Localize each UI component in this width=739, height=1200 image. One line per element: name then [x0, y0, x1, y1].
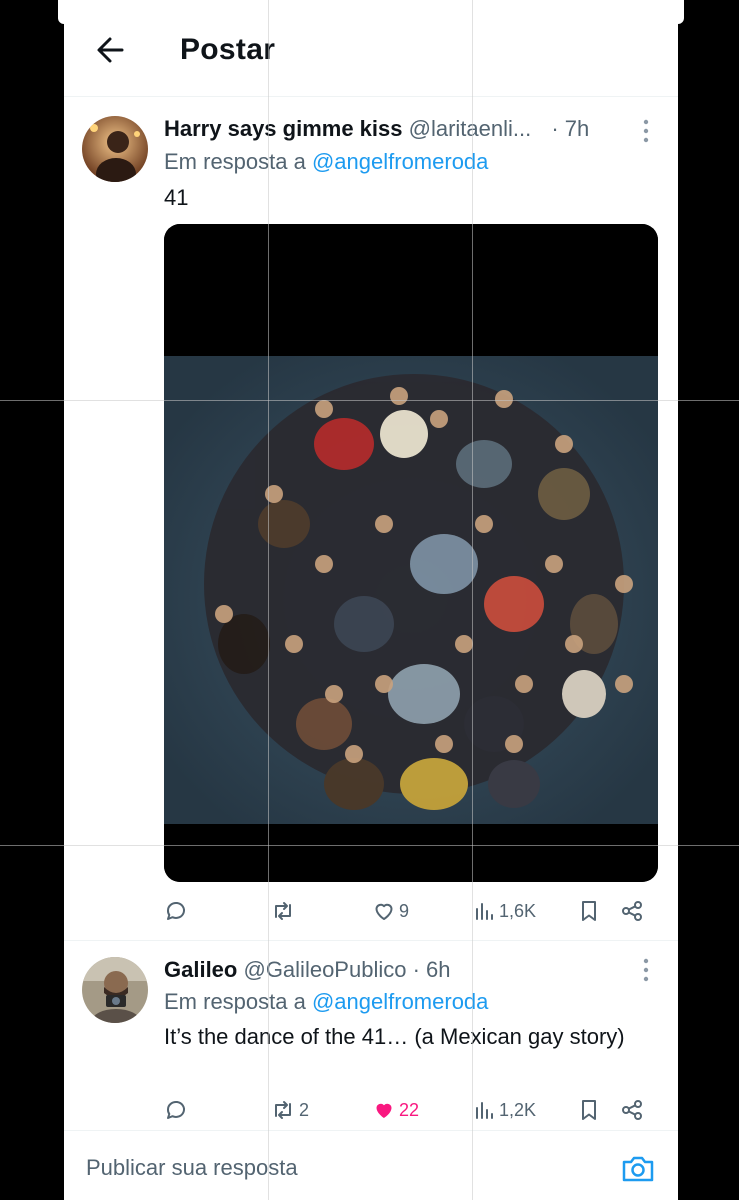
more-options-button[interactable]	[636, 118, 656, 144]
arrow-left-icon	[97, 37, 124, 63]
views-button[interactable]: 1,6K	[474, 896, 536, 926]
reply-context: Em resposta a @angelfromeroda	[164, 149, 488, 175]
repost-icon	[275, 1101, 291, 1119]
tweet-time[interactable]: · 7h	[551, 116, 589, 141]
tweet-time[interactable]: · 6h	[413, 957, 451, 982]
user-handle[interactable]: @laritaenli...	[409, 116, 532, 141]
reply-prefix: Em resposta a	[164, 149, 306, 174]
views-count: 1,6K	[499, 900, 537, 921]
tweet-actions: 2 22 1,2K	[164, 1095, 654, 1125]
like-count: 22	[399, 1099, 420, 1120]
reply-button[interactable]	[164, 896, 191, 926]
tweet[interactable]: Galileo @GalileoPublico · 6h Em resposta…	[64, 941, 678, 1130]
bookmark-icon	[582, 1100, 596, 1120]
reply-icon	[166, 902, 185, 920]
back-button[interactable]	[92, 30, 132, 70]
views-chart-icon	[476, 1102, 493, 1119]
display-name[interactable]: Harry says gimme kiss	[164, 116, 403, 141]
avatar[interactable]	[82, 116, 148, 182]
views-chart-icon	[476, 903, 493, 920]
more-vertical-icon	[643, 119, 649, 143]
heart-icon	[375, 903, 393, 920]
dance-photo	[164, 224, 658, 882]
reply-prefix: Em resposta a	[164, 989, 306, 1014]
bookmark-button[interactable]	[578, 896, 600, 926]
tweet-actions: 9 1,6K	[164, 896, 654, 926]
repost-icon	[275, 902, 291, 920]
avatar[interactable]	[82, 957, 148, 1023]
page-title: Postar	[180, 33, 276, 66]
tweet[interactable]: Harry says gimme kiss @laritaenli... · 7…	[64, 96, 678, 941]
like-count: 9	[399, 900, 410, 921]
reply-mention-link[interactable]: @angelfromeroda	[312, 149, 488, 174]
bookmark-icon	[582, 901, 596, 921]
camera-button[interactable]	[620, 1153, 656, 1185]
more-options-button[interactable]	[636, 957, 656, 983]
views-button[interactable]: 1,2K	[474, 1095, 536, 1125]
tweet-header: Galileo @GalileoPublico · 6h	[164, 957, 451, 983]
reply-icon	[166, 1101, 185, 1119]
avatar-image	[82, 957, 148, 1023]
top-bar: Postar	[64, 0, 678, 97]
share-button[interactable]	[620, 1095, 644, 1125]
user-handle[interactable]: @GalileoPublico	[243, 957, 406, 982]
reply-context: Em resposta a @angelfromeroda	[164, 989, 488, 1015]
reply-button[interactable]	[164, 1095, 191, 1125]
share-icon	[622, 1100, 642, 1120]
reply-input[interactable]	[84, 1151, 588, 1185]
display-name[interactable]: Galileo	[164, 957, 237, 982]
like-button[interactable]: 9	[372, 896, 409, 926]
reply-mention-link[interactable]: @angelfromeroda	[312, 989, 488, 1014]
like-button[interactable]: 22	[372, 1095, 419, 1125]
bookmark-button[interactable]	[578, 1095, 600, 1125]
tweet-media[interactable]	[164, 224, 658, 882]
camera-icon	[622, 1156, 654, 1182]
post-screen: Postar Harry says gimme kiss @laritaenli…	[64, 0, 678, 1200]
tweet-text: It’s the dance of the 41… (a Mexican gay…	[164, 1024, 625, 1049]
avatar-image	[82, 116, 148, 182]
repost-button[interactable]: 2	[270, 1095, 309, 1125]
tweet-text: 41	[164, 185, 189, 210]
share-icon	[622, 901, 642, 921]
share-button[interactable]	[620, 896, 644, 926]
tweet-header: Harry says gimme kiss @laritaenli... · 7…	[164, 116, 589, 142]
views-count: 1,2K	[499, 1099, 537, 1120]
repost-button[interactable]	[270, 896, 299, 926]
reply-composer	[64, 1130, 678, 1200]
heart-filled-icon	[376, 1103, 392, 1118]
more-vertical-icon	[643, 958, 649, 982]
repost-count: 2	[299, 1099, 310, 1120]
